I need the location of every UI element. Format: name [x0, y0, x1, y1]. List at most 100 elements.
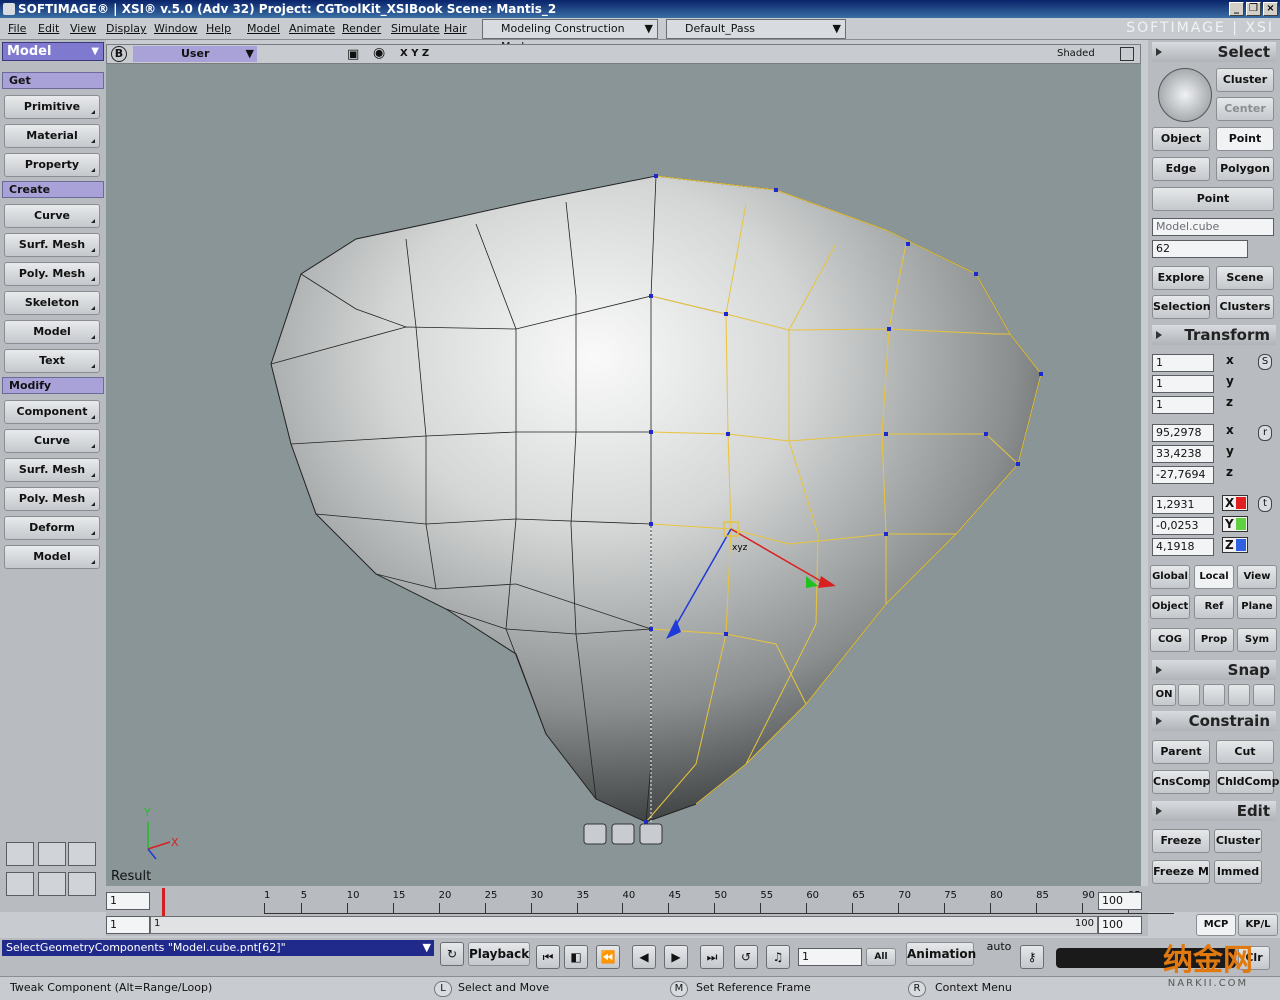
edit-header[interactable]: Edit [1152, 801, 1276, 821]
layout-a-icon[interactable] [6, 872, 34, 896]
snap-grid-icon[interactable] [1253, 684, 1275, 706]
component-button[interactable]: Component [4, 400, 100, 424]
timeline-end-field[interactable]: 100 [1098, 892, 1142, 910]
audio-icon[interactable]: ♫ [766, 945, 790, 969]
menu-display[interactable]: Display [106, 22, 147, 35]
scale-y-label[interactable]: y [1226, 374, 1234, 388]
3d-viewport[interactable]: xyz Y X Result [106, 64, 1141, 886]
prop-button[interactable]: Prop [1194, 628, 1234, 652]
snap-surface-icon[interactable] [1228, 684, 1250, 706]
freeze-m-button[interactable]: Freeze M [1152, 860, 1210, 884]
kpl-tab[interactable]: KP/L [1238, 914, 1278, 936]
play-icon[interactable]: ▶ [664, 945, 688, 969]
edit-cluster-button[interactable]: Cluster [1214, 829, 1262, 853]
translate-z-label[interactable]: Z [1222, 537, 1248, 553]
rotate-x-field[interactable]: 95,2978 [1152, 424, 1214, 442]
scale-icon[interactable]: S [1258, 354, 1272, 370]
transform-header[interactable]: Transform [1152, 325, 1276, 345]
center-button[interactable]: Center [1216, 97, 1274, 121]
eye-icon[interactable]: ◉ [373, 45, 385, 61]
snap-point-icon[interactable] [1178, 684, 1200, 706]
close-button[interactable]: × [1263, 2, 1278, 16]
cut-button[interactable]: Cut [1216, 740, 1274, 764]
sym-button[interactable]: Sym [1237, 628, 1277, 652]
create-poly-mesh-button[interactable]: Poly. Mesh [4, 262, 100, 286]
rotate-y-label[interactable]: y [1226, 444, 1234, 458]
menu-view[interactable]: View [70, 22, 96, 35]
rotate-icon[interactable]: r [1258, 425, 1272, 441]
first-frame-icon[interactable]: ⏮ [536, 945, 560, 969]
command-line[interactable]: SelectGeometryComponents "Model.cube.pnt… [2, 940, 434, 956]
index-field[interactable]: 62 [1152, 240, 1248, 258]
shading-mode[interactable]: Shaded [1057, 48, 1095, 59]
layout-quad-icon[interactable] [6, 842, 34, 866]
create-model-button[interactable]: Model [4, 320, 100, 344]
scale-y-field[interactable]: 1 [1152, 375, 1214, 393]
menu-edit[interactable]: Edit [38, 22, 59, 35]
layout-b-icon[interactable] [38, 872, 66, 896]
axes-label[interactable]: X Y Z [400, 48, 429, 59]
skeleton-button[interactable]: Skeleton [4, 291, 100, 315]
primitive-button[interactable]: Primitive [4, 95, 100, 119]
translate-icon[interactable]: t [1258, 496, 1272, 512]
cnscomp-button[interactable]: CnsComp [1152, 770, 1210, 794]
model-field[interactable]: Model.cube [1152, 218, 1274, 236]
maximize-viewport-icon[interactable] [1120, 47, 1134, 61]
scale-z-label[interactable]: z [1226, 395, 1233, 409]
section-modify[interactable]: Modify [2, 377, 104, 394]
local-button[interactable]: Local [1194, 565, 1234, 589]
explore-button[interactable]: Explore [1152, 266, 1210, 290]
translate-z-field[interactable]: 4,1918 [1152, 538, 1214, 556]
edge-button[interactable]: Edge [1152, 157, 1210, 181]
all-button[interactable]: All [866, 948, 896, 966]
menu-window[interactable]: Window [154, 22, 197, 35]
mcp-tab[interactable]: MCP [1196, 914, 1236, 936]
rotate-x-label[interactable]: x [1226, 423, 1234, 437]
current-frame-field[interactable]: 1 [798, 948, 862, 966]
minimize-button[interactable]: _ [1229, 2, 1244, 16]
global-button[interactable]: Global [1150, 565, 1190, 589]
mode-combo[interactable]: Modeling Construction Mode▼ [482, 19, 658, 53]
pass-combo[interactable]: Default_Pass ▼ [666, 19, 846, 39]
rotate-z-field[interactable]: -27,7694 [1152, 466, 1214, 484]
section-create[interactable]: Create [2, 181, 104, 198]
scene-button[interactable]: Scene [1216, 266, 1274, 290]
playback-button[interactable]: Playback [468, 942, 530, 966]
parent-button[interactable]: Parent [1152, 740, 1210, 764]
select-header[interactable]: Select [1152, 42, 1276, 62]
range-bar[interactable]: 1 100 [150, 916, 1098, 934]
text-button[interactable]: Text [4, 349, 100, 373]
layout-split-icon[interactable] [38, 842, 66, 866]
property-button[interactable]: Property [4, 153, 100, 177]
viewport-nav-icons[interactable] [583, 823, 663, 845]
timeline-start-field[interactable]: 1 [106, 892, 150, 910]
menu-file[interactable]: File [8, 22, 26, 35]
translate-y-field[interactable]: -0,0253 [1152, 517, 1214, 535]
ref-button[interactable]: Ref [1194, 595, 1234, 619]
viewport-letter[interactable]: B [111, 46, 127, 62]
point-button[interactable]: Point [1216, 127, 1274, 151]
menu-render[interactable]: Render [342, 22, 381, 35]
play-back-icon[interactable]: ◀ [632, 945, 656, 969]
clusters-button[interactable]: Clusters [1216, 295, 1274, 319]
menu-help[interactable]: Help [206, 22, 231, 35]
snap-on-button[interactable]: ON [1152, 684, 1176, 706]
create-surf-mesh-button[interactable]: Surf. Mesh [4, 233, 100, 257]
cog-button[interactable]: COG [1150, 628, 1190, 652]
cluster-button[interactable]: Cluster [1216, 68, 1274, 92]
rotate-y-field[interactable]: 33,4238 [1152, 445, 1214, 463]
modify-model-button[interactable]: Model [4, 545, 100, 569]
camera-icon[interactable]: ▣ [347, 47, 359, 62]
restore-button[interactable]: ❐ [1246, 2, 1261, 16]
script-icon[interactable]: ↻ [440, 942, 464, 966]
range-end-field[interactable]: 100 [1098, 916, 1142, 934]
playhead[interactable] [162, 888, 165, 916]
loop-icon[interactable]: ↺ [734, 945, 758, 969]
menu-simulate[interactable]: Simulate [391, 22, 440, 35]
key-icon[interactable]: ⚷ [1020, 945, 1044, 969]
chldcomp-button[interactable]: ChldComp [1216, 770, 1280, 794]
mesh-render[interactable]: xyz Y X Result [106, 64, 1141, 886]
menu-model[interactable]: Model [247, 22, 280, 35]
toolbar-selector[interactable]: Model ▼ [2, 42, 104, 61]
scale-x-label[interactable]: x [1226, 353, 1234, 367]
